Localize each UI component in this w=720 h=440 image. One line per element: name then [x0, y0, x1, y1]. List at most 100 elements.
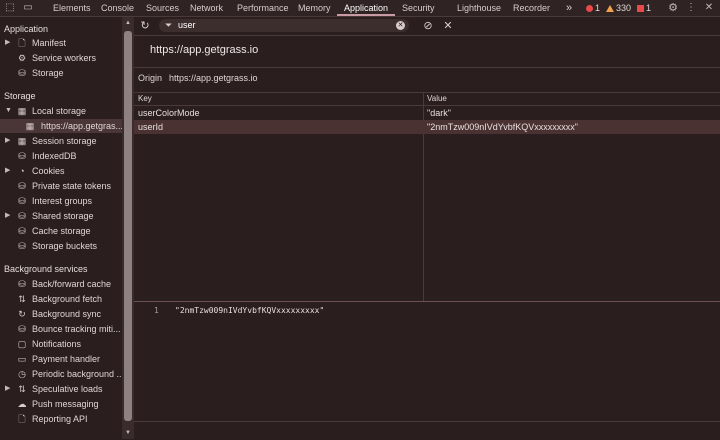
- issues-count-badge[interactable]: 1: [637, 2, 651, 14]
- tab-sources[interactable]: Sources: [146, 0, 179, 16]
- table-row[interactable]: userColorMode "dark": [134, 106, 720, 120]
- tab-memory[interactable]: Memory: [298, 0, 331, 16]
- sidebar-item-label: Bounce tracking miti...: [32, 324, 121, 334]
- expand-arrow-icon[interactable]: ▶: [5, 134, 10, 148]
- sidebar-item-speculative-loads[interactable]: ▶ ⇅ Speculative loads: [0, 382, 122, 396]
- clear-all-icon[interactable]: ⊘: [421, 19, 435, 33]
- filter-icon: ⏷: [165, 20, 173, 30]
- sidebar-item-label: Service workers: [32, 53, 97, 63]
- error-count-badge[interactable]: 1: [586, 2, 600, 14]
- table-header: Key Value: [134, 92, 720, 106]
- row-key: userColorMode: [138, 108, 200, 118]
- row-value: "dark": [427, 108, 451, 118]
- sidebar-item-push-messaging[interactable]: ☁ Push messaging: [0, 397, 122, 411]
- scroll-up-icon[interactable]: ▲: [125, 20, 131, 26]
- device-toolbar-icon[interactable]: ▭: [22, 2, 34, 14]
- line-number: 1: [154, 306, 159, 315]
- sidebar-item-service-workers[interactable]: ⚙ Service workers: [0, 51, 122, 65]
- sidebar-item-label: Session storage: [32, 136, 97, 146]
- cloud-icon: ☁: [17, 399, 27, 409]
- expand-arrow-icon[interactable]: ▶: [5, 209, 10, 223]
- tab-network[interactable]: Network: [190, 0, 223, 16]
- local-storage-panel: ↻ ⏷ ✕ ⊘ ✕ https://app.getgrass.io Origin…: [134, 17, 720, 439]
- filter-box[interactable]: ⏷ ✕: [159, 19, 409, 32]
- sidebar-item-notifications[interactable]: ▢ Notifications: [0, 337, 122, 351]
- database-icon: ⛁: [18, 226, 26, 236]
- sidebar-item-label: Periodic background ...: [32, 369, 125, 379]
- tab-elements[interactable]: Elements: [53, 0, 91, 16]
- sidebar-item-payment-handler[interactable]: ▭ Payment handler: [0, 352, 122, 366]
- expand-arrow-icon[interactable]: ▶: [5, 382, 10, 396]
- error-count: 1: [595, 3, 601, 13]
- inspect-element-icon[interactable]: ⬚: [4, 2, 16, 14]
- sidebar-item-local-storage-origin[interactable]: ▦ https://app.getgras...: [0, 119, 124, 133]
- active-tab-indicator: [337, 14, 395, 16]
- section-storage: Storage: [4, 91, 36, 101]
- sidebar-item-manifest[interactable]: ▶ 🗋 Manifest: [0, 36, 122, 50]
- sidebar-item-bounce-tracking[interactable]: ⛁ Bounce tracking miti...: [0, 322, 122, 336]
- more-tabs-icon[interactable]: »: [566, 0, 572, 16]
- sidebar-item-label: Local storage: [32, 106, 87, 116]
- sidebar-item-label: Cookies: [32, 166, 65, 176]
- delete-selected-icon[interactable]: ✕: [441, 19, 455, 33]
- tab-console[interactable]: Console: [101, 0, 134, 16]
- warning-count-badge[interactable]: 330: [606, 2, 631, 14]
- grid-icon: ▦: [25, 121, 35, 131]
- origin-row: Origin https://app.getgrass.io: [134, 67, 720, 93]
- sidebar-item-storage[interactable]: ⛁ Storage: [0, 66, 122, 80]
- sidebar-item-private-state-tokens[interactable]: ⛁ Private state tokens: [0, 179, 122, 193]
- clock-icon: ◷: [18, 369, 26, 379]
- sidebar-item-label: Payment handler: [32, 354, 101, 364]
- database-icon: ⛁: [18, 181, 26, 191]
- sidebar-item-session-storage[interactable]: ▶ ▦ Session storage: [0, 134, 122, 148]
- sidebar-item-cache-storage[interactable]: ⛁ Cache storage: [0, 224, 122, 238]
- sidebar-item-back-forward-cache[interactable]: ⛁ Back/forward cache: [0, 277, 122, 291]
- database-icon: ⛁: [18, 68, 26, 78]
- sidebar-item-interest-groups[interactable]: ⛁ Interest groups: [0, 194, 122, 208]
- expand-arrow-icon[interactable]: ▶: [5, 164, 10, 178]
- sidebar-item-periodic-background[interactable]: ◷ Periodic background ...: [0, 367, 125, 381]
- close-devtools-icon[interactable]: ✕: [703, 2, 715, 14]
- collapse-arrow-icon[interactable]: ▼: [5, 104, 12, 118]
- issues-icon: [637, 5, 644, 12]
- database-icon: ⛁: [18, 241, 26, 251]
- sidebar-item-label: Shared storage: [32, 211, 94, 221]
- sidebar-item-cookies[interactable]: ▶ ◔ Cookies: [0, 164, 122, 178]
- sidebar-item-background-fetch[interactable]: ⇅ Background fetch: [0, 292, 122, 306]
- sidebar-item-label: IndexedDB: [32, 151, 77, 161]
- more-options-icon[interactable]: ⋮: [685, 2, 697, 14]
- table-row-selected[interactable]: userId "2nmTzw009nIVdYvbfKQVxxxxxxxxx": [134, 120, 720, 134]
- column-header-value[interactable]: Value: [427, 94, 447, 103]
- database-icon: ⛁: [18, 279, 26, 289]
- refresh-icon[interactable]: ↻: [138, 19, 152, 33]
- sidebar-item-label: Push messaging: [32, 399, 99, 409]
- settings-gear-icon[interactable]: ⚙: [667, 2, 679, 14]
- scroll-down-icon[interactable]: ▼: [125, 430, 131, 436]
- tab-performance[interactable]: Performance: [237, 0, 289, 16]
- sidebar-scrollbar[interactable]: ▲ ▼: [122, 17, 134, 439]
- bell-icon: ▢: [17, 339, 27, 349]
- sidebar-item-indexeddb[interactable]: ⛁ IndexedDB: [0, 149, 122, 163]
- arrows-icon: ⇅: [18, 294, 26, 304]
- sidebar-item-label: https://app.getgras...: [41, 121, 124, 131]
- preview-footer: [134, 421, 720, 440]
- sidebar-item-shared-storage[interactable]: ▶ ⛁ Shared storage: [0, 209, 122, 223]
- sidebar-item-reporting-api[interactable]: 🗋 Reporting API: [0, 412, 122, 426]
- origin-value: https://app.getgrass.io: [169, 73, 258, 83]
- filter-input[interactable]: [178, 20, 378, 30]
- clear-filter-icon[interactable]: ✕: [396, 21, 405, 30]
- scrollbar-thumb[interactable]: [124, 31, 132, 421]
- tab-lighthouse[interactable]: Lighthouse: [457, 0, 501, 16]
- section-background-services: Background services: [4, 264, 88, 274]
- sidebar-item-local-storage[interactable]: ▼ ▦ Local storage: [0, 104, 122, 118]
- expand-arrow-icon[interactable]: ▶: [5, 36, 10, 50]
- database-icon: ⛁: [18, 196, 26, 206]
- tab-security[interactable]: Security: [402, 0, 435, 16]
- sidebar-item-label: Back/forward cache: [32, 279, 112, 289]
- tab-recorder[interactable]: Recorder: [513, 0, 550, 16]
- column-header-key[interactable]: Key: [138, 94, 152, 103]
- sidebar-item-background-sync[interactable]: ↻ Background sync: [0, 307, 122, 321]
- sidebar-item-storage-buckets[interactable]: ⛁ Storage buckets: [0, 239, 122, 253]
- origin-label: Origin: [138, 73, 163, 83]
- row-key: userId: [138, 122, 164, 132]
